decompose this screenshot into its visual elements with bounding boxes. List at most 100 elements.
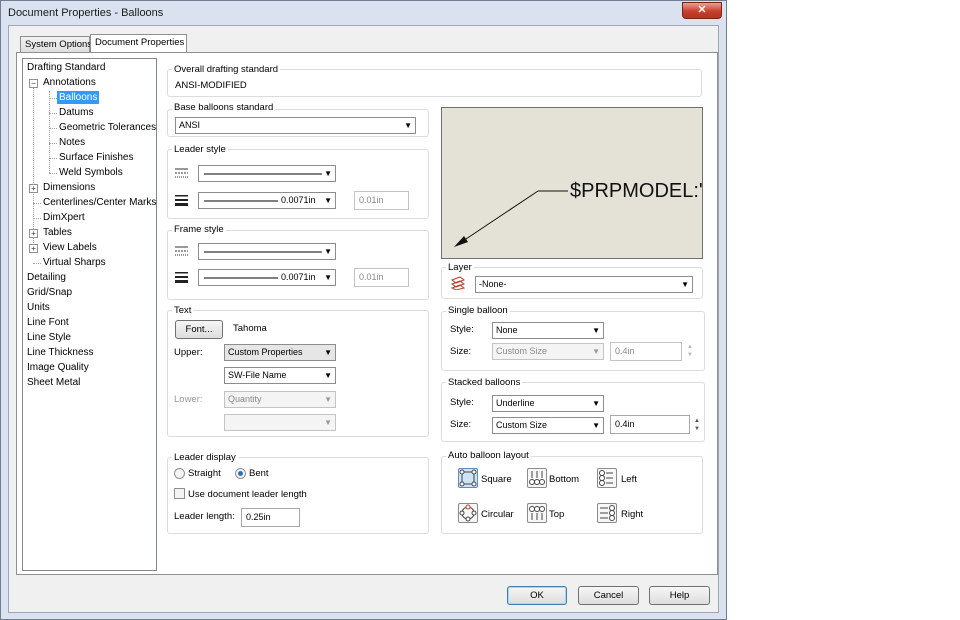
tree-line	[49, 113, 57, 114]
upper-property-select[interactable]: SW-File Name ▼	[224, 367, 336, 384]
tree-item-annotations[interactable]: Annotations	[43, 76, 96, 89]
tree-line	[49, 91, 50, 173]
dropdown-arrow-icon: ▼	[592, 326, 600, 335]
bottom-layout-icon[interactable]	[527, 468, 547, 488]
frame-line-style-select[interactable]: ▼	[198, 243, 336, 260]
tree-item-detailing[interactable]: Detailing	[27, 271, 66, 284]
expand-icon[interactable]: +	[29, 184, 38, 193]
frame-custom-thickness-input[interactable]: 0.01in	[354, 268, 409, 287]
stacked-balloons-title: Stacked balloons	[446, 377, 523, 388]
line-thickness-icon	[174, 271, 189, 283]
base-standard-select[interactable]: ANSI ▼	[175, 117, 416, 134]
tree-item-view-labels[interactable]: View Labels	[43, 241, 97, 254]
line-style-icon	[174, 167, 189, 179]
window-title: Document Properties - Balloons	[8, 7, 164, 19]
auto-layout-title: Auto balloon layout	[446, 450, 531, 461]
tree-item-line-font[interactable]: Line Font	[27, 316, 69, 329]
leader-line-style-select[interactable]: ▼	[198, 165, 336, 182]
left-layout-icon[interactable]	[597, 468, 617, 488]
dropdown-arrow-icon: ▼	[324, 348, 332, 357]
line-style-icon	[174, 245, 189, 257]
lower-property-select[interactable]: ▼	[224, 414, 336, 431]
use-doc-length-checkbox[interactable]	[174, 488, 185, 499]
upper-select[interactable]: Custom Properties ▼	[224, 344, 336, 361]
stacked-size-value: Custom Size	[496, 420, 548, 430]
tab-system-options[interactable]: System Options	[20, 36, 93, 53]
use-doc-length-label: Use document leader length	[188, 489, 307, 500]
dropdown-arrow-icon: ▼	[324, 371, 332, 380]
solid-line-icon	[204, 173, 322, 175]
dropdown-arrow-icon: ▼	[324, 418, 332, 427]
leader-thickness-select[interactable]: 0.0071in ▼	[198, 192, 336, 209]
tree-item-datums[interactable]: Datums	[59, 106, 93, 119]
dropdown-arrow-icon: ▼	[404, 121, 412, 130]
tree-item-balloons[interactable]: Balloons	[57, 91, 100, 104]
collapse-icon[interactable]: −	[29, 79, 38, 88]
tree-item-geometric-tolerances[interactable]: Geometric Tolerances	[59, 121, 156, 134]
cancel-button[interactable]: Cancel	[578, 586, 639, 605]
circular-layout-icon[interactable]	[458, 503, 478, 523]
options-tree[interactable]: Drafting Standard − Annotations Balloons…	[22, 58, 157, 571]
dropdown-arrow-icon: ▼	[324, 196, 332, 205]
tree-line	[33, 263, 41, 264]
tree-item-dimxpert[interactable]: DimXpert	[43, 211, 85, 224]
frame-thickness-select[interactable]: 0.0071in ▼	[198, 269, 336, 286]
expand-icon[interactable]: +	[29, 229, 38, 238]
layer-select-value: -None-	[479, 279, 507, 289]
right-layout-icon[interactable]	[597, 503, 617, 523]
tab-document-properties[interactable]: Document Properties	[90, 34, 187, 53]
layer-icon	[450, 276, 466, 291]
layer-select[interactable]: -None- ▼	[475, 276, 693, 293]
help-button[interactable]: Help	[649, 586, 710, 605]
tree-item-surface-finishes[interactable]: Surface Finishes	[59, 151, 133, 164]
tab-system-options-label: System Options	[25, 39, 93, 50]
stacked-style-label: Style:	[450, 397, 474, 408]
tree-item-weld-symbols[interactable]: Weld Symbols	[59, 166, 123, 179]
dropdown-arrow-icon: ▼	[592, 399, 600, 408]
stacked-size-select[interactable]: Custom Size ▼	[492, 417, 604, 434]
tree-item-units[interactable]: Units	[27, 301, 50, 314]
straight-radio[interactable]	[174, 468, 185, 479]
leader-length-input[interactable]: 0.25in	[241, 508, 300, 527]
lower-select[interactable]: Quantity ▼	[224, 391, 336, 408]
upper-label: Upper:	[174, 347, 203, 358]
tree-item-image-quality[interactable]: Image Quality	[27, 361, 89, 374]
left-label: Left	[621, 474, 637, 485]
single-size-select[interactable]: Custom Size ▼	[492, 343, 604, 360]
font-button[interactable]: Font...	[175, 320, 223, 339]
dropdown-arrow-icon: ▼	[324, 395, 332, 404]
tree-item-grid-snap[interactable]: Grid/Snap	[27, 286, 72, 299]
right-layout-icon-svg	[600, 505, 615, 521]
tree-item-line-style[interactable]: Line Style	[27, 331, 71, 344]
text-group-title: Text	[172, 305, 194, 316]
tree-item-drafting-standard[interactable]: Drafting Standard	[27, 61, 105, 74]
tree-item-virtual-sharps[interactable]: Virtual Sharps	[43, 256, 106, 269]
circular-label: Circular	[481, 509, 514, 520]
stacked-size-input[interactable]: 0.4in	[610, 415, 690, 434]
tree-item-sheet-metal[interactable]: Sheet Metal	[27, 376, 80, 389]
tree-item-tables[interactable]: Tables	[43, 226, 72, 239]
straight-label: Straight	[188, 468, 221, 479]
dropdown-arrow-icon: ▼	[324, 247, 332, 256]
close-button[interactable]: ✕	[682, 2, 722, 19]
leader-custom-thickness-input[interactable]: 0.01in	[354, 191, 409, 210]
tree-item-notes[interactable]: Notes	[59, 136, 85, 149]
expand-icon[interactable]: +	[29, 244, 38, 253]
stacked-style-select[interactable]: Underline ▼	[492, 395, 604, 412]
tree-item-line-thickness[interactable]: Line Thickness	[27, 346, 94, 359]
bottom-layout-icon-svg	[529, 471, 545, 485]
square-layout-icon[interactable]	[458, 468, 478, 488]
tree-item-dimensions[interactable]: Dimensions	[43, 181, 95, 194]
single-style-label: Style:	[450, 324, 474, 335]
single-size-input[interactable]: 0.4in	[610, 342, 682, 361]
stacked-size-spinner[interactable]: ▲ ▼	[692, 417, 702, 434]
tree-item-centerlines[interactable]: Centerlines/Center Marks	[43, 196, 156, 209]
single-size-spinner[interactable]: ▲ ▼	[685, 343, 695, 360]
top-layout-icon[interactable]	[527, 503, 547, 523]
solid-line-icon	[204, 251, 322, 253]
bent-radio[interactable]	[235, 468, 246, 479]
overall-standard-title: Overall drafting standard	[172, 64, 281, 75]
tree-line	[33, 81, 34, 253]
ok-button[interactable]: OK	[507, 586, 567, 605]
single-style-select[interactable]: None ▼	[492, 322, 604, 339]
